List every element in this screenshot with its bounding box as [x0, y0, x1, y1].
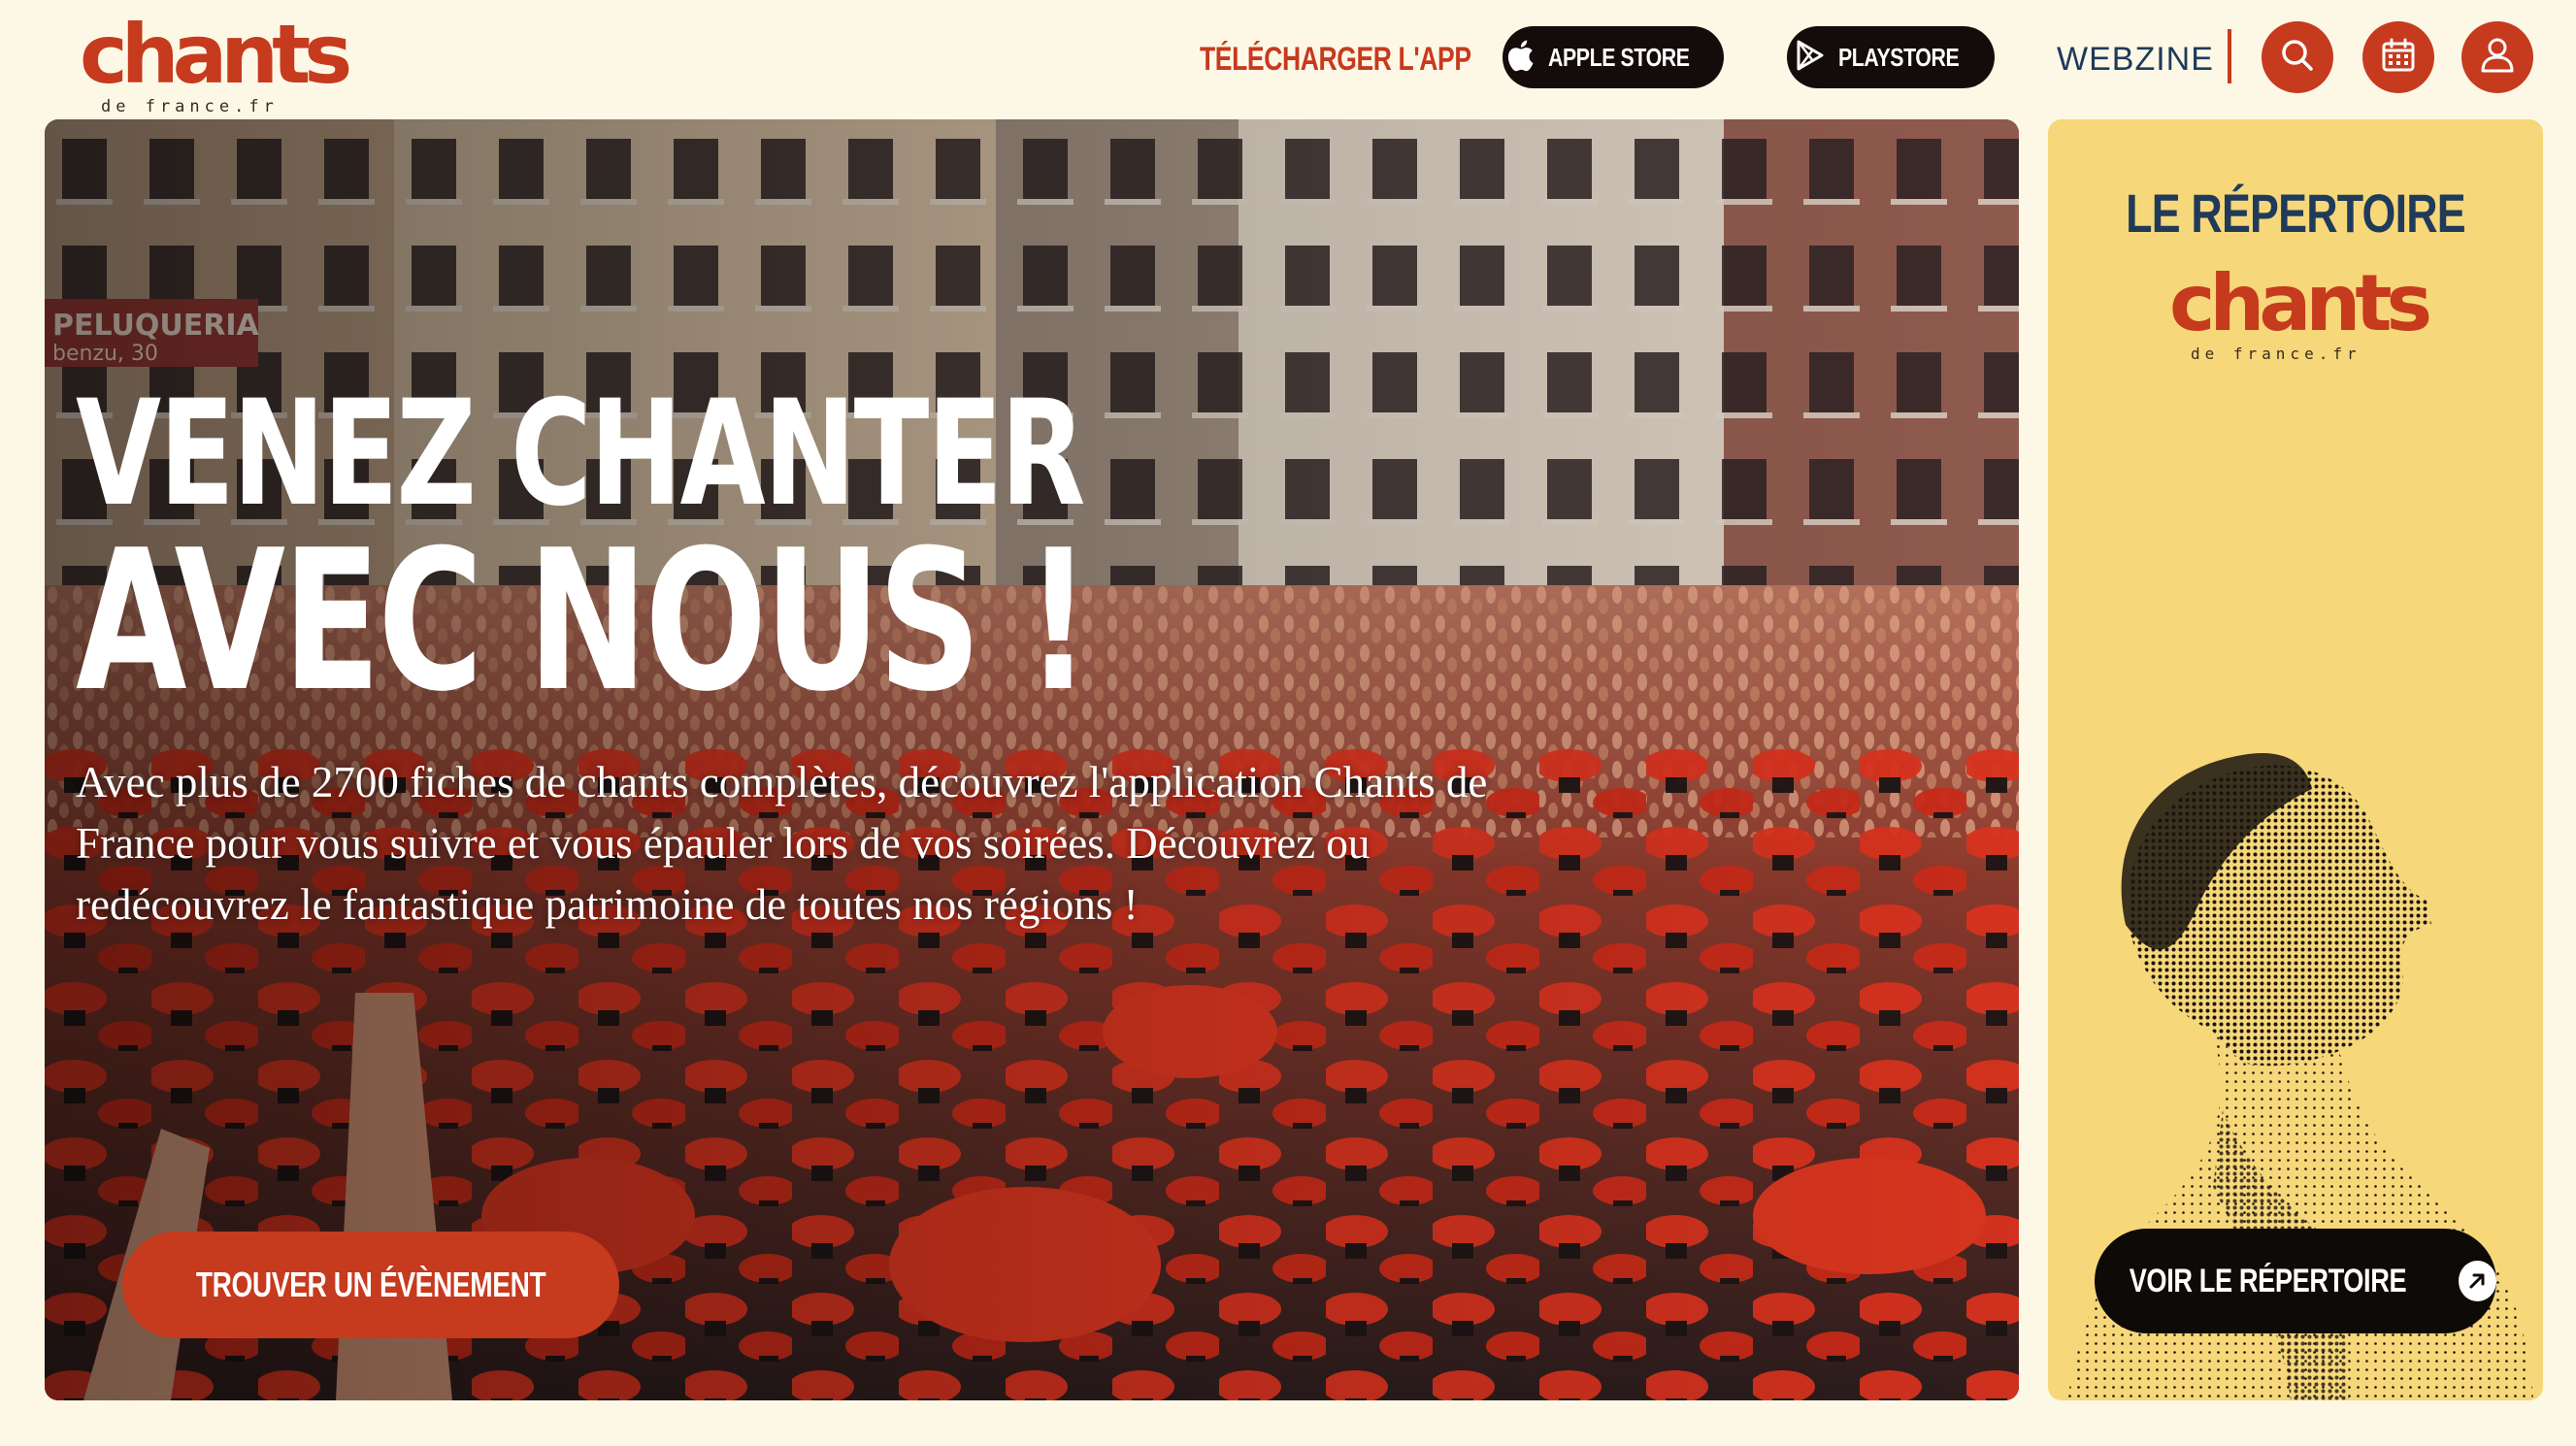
- site-logo[interactable]: chants de france.fr: [80, 14, 352, 116]
- logo-wordmark: chants: [80, 7, 352, 102]
- apple-store-button[interactable]: APPLE STORE: [1503, 26, 1724, 88]
- repertoire-panel[interactable]: LE RÉPERTOIRE chants de france.fr VOIR L…: [2048, 119, 2543, 1400]
- search-icon: [2278, 36, 2317, 80]
- view-repertoire-label: VOIR LE RÉPERTOIRE: [2129, 1262, 2407, 1299]
- view-repertoire-button[interactable]: VOIR LE RÉPERTOIRE: [2095, 1229, 2496, 1333]
- find-event-label: TROUVER UN ÉVÈNEMENT: [195, 1265, 546, 1304]
- download-app-link[interactable]: TÉLÉCHARGER L'APP: [1200, 41, 1471, 79]
- repertoire-title: LE RÉPERTOIRE: [2126, 182, 2466, 244]
- hero-title-line-1: VENEZ CHANTER: [76, 370, 1085, 539]
- find-event-button[interactable]: TROUVER UN ÉVÈNEMENT: [122, 1232, 619, 1338]
- calendar-button[interactable]: [2362, 21, 2434, 93]
- hero-title-line-2: AVEC NOUS !: [76, 509, 1091, 735]
- playstore-label: PLAYSTORE: [1838, 42, 1960, 72]
- nav-divider: [2228, 29, 2231, 83]
- apple-store-label: APPLE STORE: [1548, 42, 1690, 72]
- user-icon: [2479, 36, 2516, 80]
- hero-description: Avec plus de 2700 fiches de chants compl…: [76, 758, 1488, 929]
- repertoire-logo: chants de france.fr: [2169, 265, 2432, 372]
- account-button[interactable]: [2461, 21, 2533, 93]
- logo-domain: de france.fr: [101, 97, 279, 116]
- webzine-link[interactable]: WEBZINE: [2057, 41, 2214, 79]
- search-button[interactable]: [2262, 21, 2333, 93]
- arrow-up-right-icon: [2458, 1261, 2496, 1301]
- playstore-button[interactable]: PLAYSTORE: [1787, 26, 1995, 88]
- calendar-icon: [2380, 37, 2417, 79]
- apple-icon: [1505, 39, 1535, 77]
- hero-banner: PELUQUERIA benzu, 30 VENEZ CHANTER AVEC …: [45, 119, 2019, 1400]
- repertoire-logo-wordmark: chants: [2169, 258, 2432, 348]
- repertoire-logo-domain: de france.fr: [2191, 345, 2361, 363]
- play-icon: [1796, 40, 1825, 76]
